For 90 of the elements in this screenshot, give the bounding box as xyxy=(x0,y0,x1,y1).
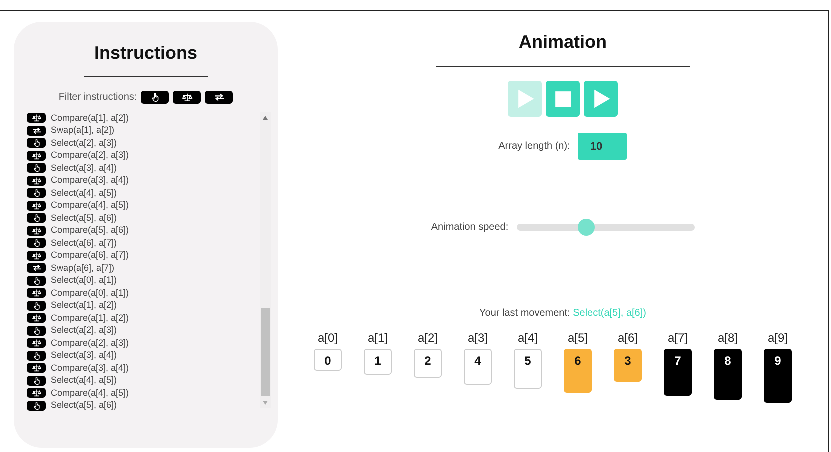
balance-scale-icon xyxy=(32,226,42,235)
instruction-item[interactable]: Compare(a[2], a[3]) xyxy=(51,336,130,350)
balance-scale-icon xyxy=(32,314,42,322)
index-label: a[3] xyxy=(468,330,488,347)
filter-button[interactable] xyxy=(173,91,202,104)
speed-slider-track[interactable] xyxy=(516,219,695,236)
instruction-item[interactable]: Select(a[3], a[4]) xyxy=(51,349,118,362)
array-element: 7 xyxy=(664,349,692,396)
array-length-field[interactable]: 10 xyxy=(578,133,628,160)
index-label: a[2] xyxy=(418,330,438,347)
index-label: a[4] xyxy=(518,330,538,347)
swap-arrows-icon xyxy=(32,264,42,272)
balance-scale-icon xyxy=(32,289,42,298)
instruction-item[interactable]: Select(a[5], a[6]) xyxy=(51,212,118,225)
instruction-item[interactable]: Select(a[5], a[6]) xyxy=(51,399,118,412)
instruction-item[interactable]: Compare(a[2], a[3]) xyxy=(51,149,130,162)
scroll-down-icon[interactable] xyxy=(263,401,268,405)
balance-scale-icon xyxy=(32,152,42,160)
array-element: 4 xyxy=(464,349,492,386)
instruction-item[interactable]: Compare(a[6], a[7]) xyxy=(51,249,130,262)
pointer-hand-icon xyxy=(32,376,42,385)
instruction-item[interactable]: Compare(a[4], a[5]) xyxy=(51,386,130,400)
balance-scale-icon xyxy=(182,93,193,102)
swap-arrows-icon xyxy=(214,93,225,102)
array-element: 2 xyxy=(414,349,442,378)
instruction-item[interactable]: Compare(a[5], a[6]) xyxy=(51,224,130,238)
balance-scale-icon xyxy=(32,389,42,398)
balance-scale-icon xyxy=(32,252,42,260)
filter-label: Filter instructions: xyxy=(58,91,138,105)
index-label: a[8] xyxy=(718,330,738,347)
index-label: a[1] xyxy=(368,330,388,347)
index-label: a[7] xyxy=(668,330,688,347)
array-element: 3 xyxy=(614,349,642,382)
instruction-item[interactable]: Select(a[4], a[5]) xyxy=(51,374,118,388)
pointer-hand-icon xyxy=(32,239,42,248)
balance-scale-icon xyxy=(32,176,42,185)
instruction-item[interactable]: Compare(a[3], a[4]) xyxy=(51,174,130,188)
filter-button[interactable] xyxy=(141,91,170,104)
instruction-item[interactable]: Compare(a[1], a[2]) xyxy=(51,112,130,125)
scroll-up-icon[interactable] xyxy=(263,116,268,120)
instruction-item[interactable]: Select(a[3], a[4]) xyxy=(51,162,118,175)
index-label: a[5] xyxy=(568,330,588,347)
instruction-item[interactable]: Swap(a[1], a[2]) xyxy=(51,124,115,138)
array-element: 5 xyxy=(514,349,542,389)
instruction-item[interactable]: Select(a[2], a[3]) xyxy=(51,324,118,338)
array-element: 1 xyxy=(364,349,392,375)
pointer-hand-icon xyxy=(32,276,42,285)
panel-title: Animation xyxy=(519,31,607,54)
pointer-hand-icon xyxy=(32,189,42,198)
balance-scale-icon xyxy=(32,114,42,122)
instruction-item[interactable]: Select(a[2], a[3]) xyxy=(51,136,118,150)
instruction-item[interactable]: Compare(a[1], a[2]) xyxy=(51,312,130,325)
index-label: a[0] xyxy=(318,330,338,347)
stop-icon xyxy=(554,90,572,108)
swap-arrows-icon xyxy=(32,126,42,135)
panel-title: Instructions xyxy=(94,42,198,65)
array-element: 6 xyxy=(564,349,592,393)
instruction-item[interactable]: Swap(a[6], a[7]) xyxy=(51,262,115,275)
index-label: a[6] xyxy=(618,330,638,347)
instruction-item[interactable]: Compare(a[4], a[5]) xyxy=(51,199,130,212)
speed-slider-thumb[interactable] xyxy=(578,219,596,236)
filter-button[interactable] xyxy=(205,91,234,104)
speed-label: Animation speed: xyxy=(431,221,509,235)
instruction-item[interactable]: Select(a[0], a[1]) xyxy=(51,274,118,288)
array-element: 9 xyxy=(764,349,792,404)
balance-scale-icon xyxy=(32,202,42,210)
pointer-hand-icon xyxy=(32,302,42,310)
pointer-hand-icon xyxy=(32,402,42,410)
balance-scale-icon xyxy=(32,364,42,372)
pointer-hand-icon xyxy=(32,139,42,148)
instruction-item[interactable]: Compare(a[3], a[4]) xyxy=(51,362,130,375)
instruction-item[interactable]: Select(a[6], a[7]) xyxy=(51,236,118,250)
array-element: 8 xyxy=(714,349,742,400)
instruction-item[interactable]: Compare(a[0], a[1]) xyxy=(51,286,130,300)
pointer-hand-icon xyxy=(32,326,42,335)
pointer-hand-icon xyxy=(150,93,161,102)
instruction-item[interactable]: Select(a[1], a[2]) xyxy=(51,299,118,312)
scrollbar-thumb[interactable] xyxy=(261,308,270,396)
pointer-hand-icon xyxy=(32,214,42,222)
balance-scale-icon xyxy=(32,339,42,348)
play-button[interactable] xyxy=(584,81,618,117)
scrollbar-track[interactable] xyxy=(260,112,271,408)
stop-button[interactable] xyxy=(546,81,580,117)
pointer-hand-icon xyxy=(32,164,42,172)
pointer-hand-icon xyxy=(32,352,42,360)
instruction-item[interactable]: Select(a[4], a[5]) xyxy=(51,186,118,200)
array-element: 0 xyxy=(314,349,342,371)
last-movement-text: Your last movement: Select(a[5], a[6]) xyxy=(480,307,646,321)
index-label: a[9] xyxy=(768,330,788,347)
array-length-label: Array length (n): xyxy=(498,140,570,154)
